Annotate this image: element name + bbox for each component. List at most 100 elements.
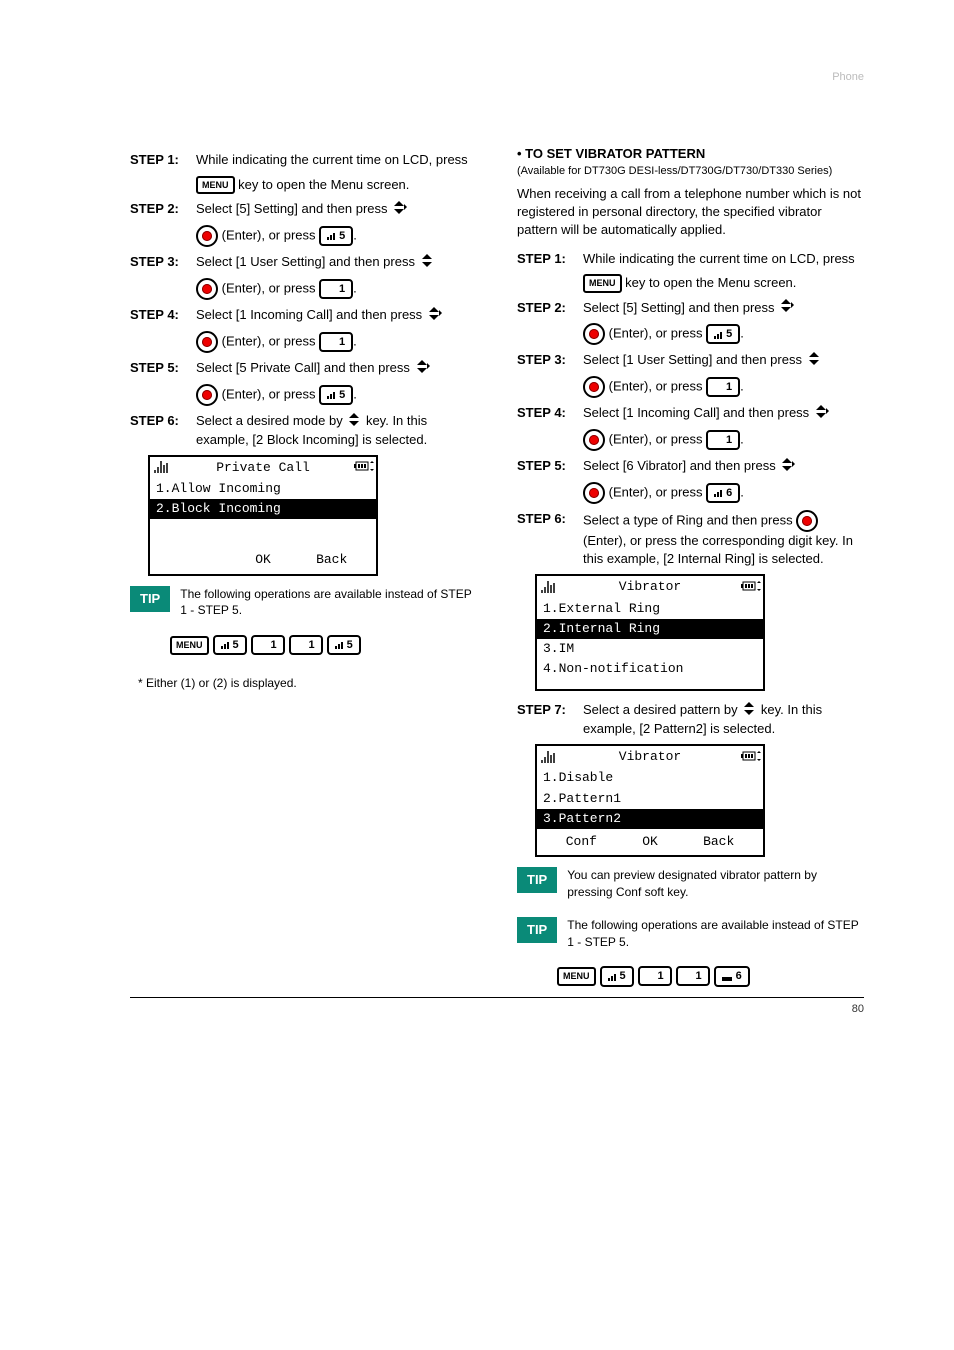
phone-screen-vibrator-2: Vibrator 1.Disable 2.Pattern1 3.Pattern2… (535, 744, 765, 857)
updown-icon (426, 306, 442, 325)
enter-key-icon (583, 482, 605, 504)
r-step4-b: (Enter), or press (609, 432, 703, 447)
tip-text: The following operations are available i… (180, 586, 477, 620)
r-step3-b: (Enter), or press (609, 379, 703, 394)
digit-5-key: 5 (327, 635, 361, 655)
digit-5-key: 5 (213, 635, 247, 655)
enter-key-icon (196, 278, 218, 300)
menu-item[interactable]: 3.Pattern2 (537, 809, 763, 829)
step2-text-b: (Enter), or press (222, 228, 316, 243)
digit-5-key: 5 (319, 226, 353, 246)
menu-item[interactable]: 1.External Ring (537, 599, 763, 619)
r-step1-a: While indicating the current time on LCD… (583, 251, 855, 266)
menu-item[interactable]: 1.Disable (537, 768, 763, 788)
softkey-right[interactable]: Back (297, 551, 366, 569)
page-footer: 80 (130, 997, 864, 1017)
updown-icon (813, 405, 829, 424)
softkey-left[interactable] (160, 551, 229, 569)
enter-key-icon (796, 510, 818, 532)
tip-badge: TIP (130, 586, 170, 612)
section-desc: When receiving a call from a telephone n… (517, 185, 864, 240)
step1-text-a: While indicating the current time on LCD… (196, 152, 468, 167)
step6-label: STEP 6: (130, 412, 188, 430)
tip-badge: TIP (517, 917, 557, 943)
softkey-mid[interactable]: OK (616, 833, 685, 851)
step2-text-a: Select [5] Setting] and then press (196, 201, 388, 216)
digit-1-key: 1 (706, 430, 740, 450)
shortcut-keys: MENU 5 1 1 5 (170, 635, 477, 655)
updown-icon (806, 352, 822, 371)
digit-1-key: 1 (319, 332, 353, 352)
updown-icon (778, 299, 794, 318)
enter-key-icon (196, 384, 218, 406)
battery-icon (741, 749, 759, 766)
updown-icon (414, 359, 430, 378)
screen-title: Private Call (172, 459, 354, 477)
r-step5-label: STEP 5: (517, 457, 575, 475)
step5-text-b: (Enter), or press (222, 386, 316, 401)
updown-icon (419, 254, 435, 273)
step1-label: STEP 1: (130, 151, 188, 169)
r-step2-a: Select [5] Setting] and then press (583, 300, 775, 315)
menu-item[interactable]: 4.Non-notification (537, 659, 763, 679)
screen-title: Vibrator (559, 578, 741, 596)
step1-text-b: key to open the Menu screen. (238, 177, 409, 192)
digit-1-key: 1 (319, 279, 353, 299)
digit-5-key: 5 (319, 385, 353, 405)
footer-page: 80 (852, 1002, 864, 1017)
enter-key-icon (583, 376, 605, 398)
menu-item[interactable]: 3.IM (537, 639, 763, 659)
softkey-mid[interactable]: OK (229, 551, 298, 569)
r-step6-b: (Enter), or press the corresponding digi… (583, 533, 853, 566)
digit-1-key: 1 (706, 377, 740, 397)
digit-1-key: 1 (638, 966, 672, 986)
digit-1-key: 1 (676, 966, 710, 986)
menu-item[interactable]: 2.Internal Ring (537, 619, 763, 639)
enter-key-icon (583, 323, 605, 345)
step6-text-a: Select a desired mode by (196, 413, 343, 428)
softkey-left[interactable]: Conf (547, 833, 616, 851)
menu-key-icon: MENU (170, 636, 209, 655)
menu-item[interactable]: 2.Pattern1 (537, 789, 763, 809)
r-step2-label: STEP 2: (517, 299, 575, 317)
enter-key-icon (196, 331, 218, 353)
updown-icon (741, 702, 757, 721)
phone-screen-private-call: Private Call 1.Allow Incoming 2.Block In… (148, 455, 378, 576)
tip-badge: TIP (517, 867, 557, 893)
r-step7-label: STEP 7: (517, 701, 575, 719)
step3-text-a: Select [1 User Setting] and then press (196, 254, 415, 269)
step4-label: STEP 4: (130, 306, 188, 324)
section-intro: (Available for DT730G DESI-less/DT730G/D… (517, 164, 864, 179)
digit-6-key: 6 (714, 966, 750, 986)
r-step5-b: (Enter), or press (609, 484, 703, 499)
enter-key-icon (196, 225, 218, 247)
right-column: • TO SET VIBRATOR PATTERN (Available for… (517, 145, 864, 986)
step4-text-a: Select [1 Incoming Call] and then press (196, 307, 422, 322)
shortcut-keys: MENU 5 1 1 6 (557, 966, 864, 986)
updown-icon (779, 457, 795, 476)
screen-title: Vibrator (559, 748, 741, 766)
r-step4-a: Select [1 Incoming Call] and then press (583, 405, 809, 420)
signal-icon (541, 579, 559, 596)
r-step4-label: STEP 4: (517, 404, 575, 422)
updown-icon (346, 412, 362, 431)
r-step6-a: Select a type of Ring and then press (583, 512, 793, 527)
r-step1-b: key to open the Menu screen. (625, 275, 796, 290)
digit-1-key: 1 (251, 635, 285, 655)
r-step1-label: STEP 1: (517, 250, 575, 268)
digit-1-key: 1 (289, 635, 323, 655)
menu-item-block[interactable]: 2.Block Incoming (150, 499, 376, 519)
step4-text-b: (Enter), or press (222, 333, 316, 348)
step3-label: STEP 3: (130, 253, 188, 271)
softkey-right[interactable]: Back (684, 833, 753, 851)
left-column: STEP 1: While indicating the current tim… (130, 145, 477, 986)
signal-icon (154, 460, 172, 477)
r-step6-label: STEP 6: (517, 510, 575, 528)
r-step3-label: STEP 3: (517, 351, 575, 369)
digit-6-key: 6 (706, 483, 740, 503)
menu-key-icon: MENU (196, 176, 235, 195)
page-header: Phone (130, 70, 864, 85)
step5-text-a: Select [5 Private Call] and then press (196, 360, 410, 375)
menu-item-allow[interactable]: 1.Allow Incoming (150, 479, 376, 499)
step3-text-b: (Enter), or press (222, 281, 316, 296)
